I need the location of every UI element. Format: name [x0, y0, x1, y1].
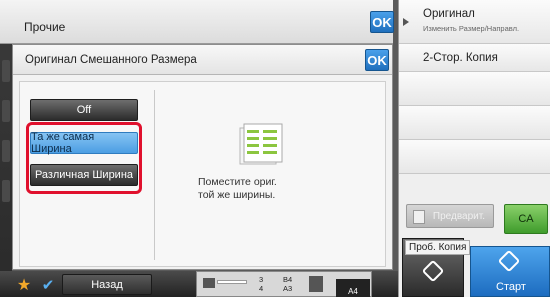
tray-number: 4 [259, 284, 264, 293]
vertical-divider [154, 90, 155, 260]
start-button[interactable]: Старт [470, 246, 550, 297]
original-subtitle: Изменить Размер/Направл. [423, 24, 520, 33]
paper-size-indicator: A4 [336, 279, 370, 297]
preview-icon [413, 210, 425, 224]
ca-button[interactable]: CA [504, 204, 548, 234]
strip-tab [2, 100, 10, 122]
tray-size: A3 [283, 284, 293, 293]
document-stack-icon [239, 123, 283, 165]
header-ok-button[interactable]: OK [370, 11, 394, 33]
strip-tab [2, 140, 10, 162]
empty-function-row[interactable] [399, 140, 550, 174]
empty-function-row[interactable] [399, 72, 550, 106]
original-settings-row[interactable]: Оригинал Изменить Размер/Направл. [399, 0, 550, 44]
tray-icon [203, 278, 215, 288]
strip-tab [2, 180, 10, 202]
tray-icon [309, 276, 323, 292]
dialog-title: Оригинал Смешанного Размера [25, 54, 197, 66]
preview-button[interactable]: Предварит. [406, 204, 494, 228]
duplex-copy-row[interactable]: 2-Стор. Копия [399, 44, 550, 72]
start-label: Старт [496, 281, 526, 293]
dialog-ok-button[interactable]: OK [365, 49, 389, 71]
original-title: Оригинал [423, 8, 475, 20]
dialog-body: Off Та же самая Ширина Различная Ширина … [19, 81, 386, 267]
checkmark-icon[interactable]: ✔ [38, 274, 58, 295]
sample-copy-label: Проб. Копия [405, 240, 471, 255]
empty-function-row[interactable] [399, 106, 550, 140]
description-line-2: той же ширины. [198, 189, 276, 201]
back-button[interactable]: Назад [62, 274, 152, 295]
diamond-icon [497, 249, 521, 273]
star-icon[interactable]: ★ [14, 274, 34, 295]
left-edge-strip [0, 0, 12, 297]
description-line-1: Поместите ориг. [198, 176, 277, 188]
tray-icon [217, 280, 247, 284]
strip-tab [2, 60, 10, 82]
option-off-button[interactable]: Off [30, 99, 138, 121]
diamond-icon [421, 259, 445, 283]
preview-label: Предварит. [432, 210, 485, 222]
play-icon [403, 18, 409, 26]
page-title: Прочие [24, 20, 66, 34]
option-same-width-button[interactable]: Та же самая Ширина [30, 131, 138, 155]
duplex-copy-label: 2-Стор. Копия [423, 52, 498, 64]
option-different-width-button[interactable]: Различная Ширина [30, 164, 138, 186]
tray-size: B4 [283, 275, 293, 284]
option-description: Поместите ориг. той же ширины. [198, 176, 338, 202]
mixed-size-original-dialog: Оригинал Смешанного Размера OK Off Та же… [12, 44, 393, 270]
tray-number: 3 [259, 275, 264, 284]
